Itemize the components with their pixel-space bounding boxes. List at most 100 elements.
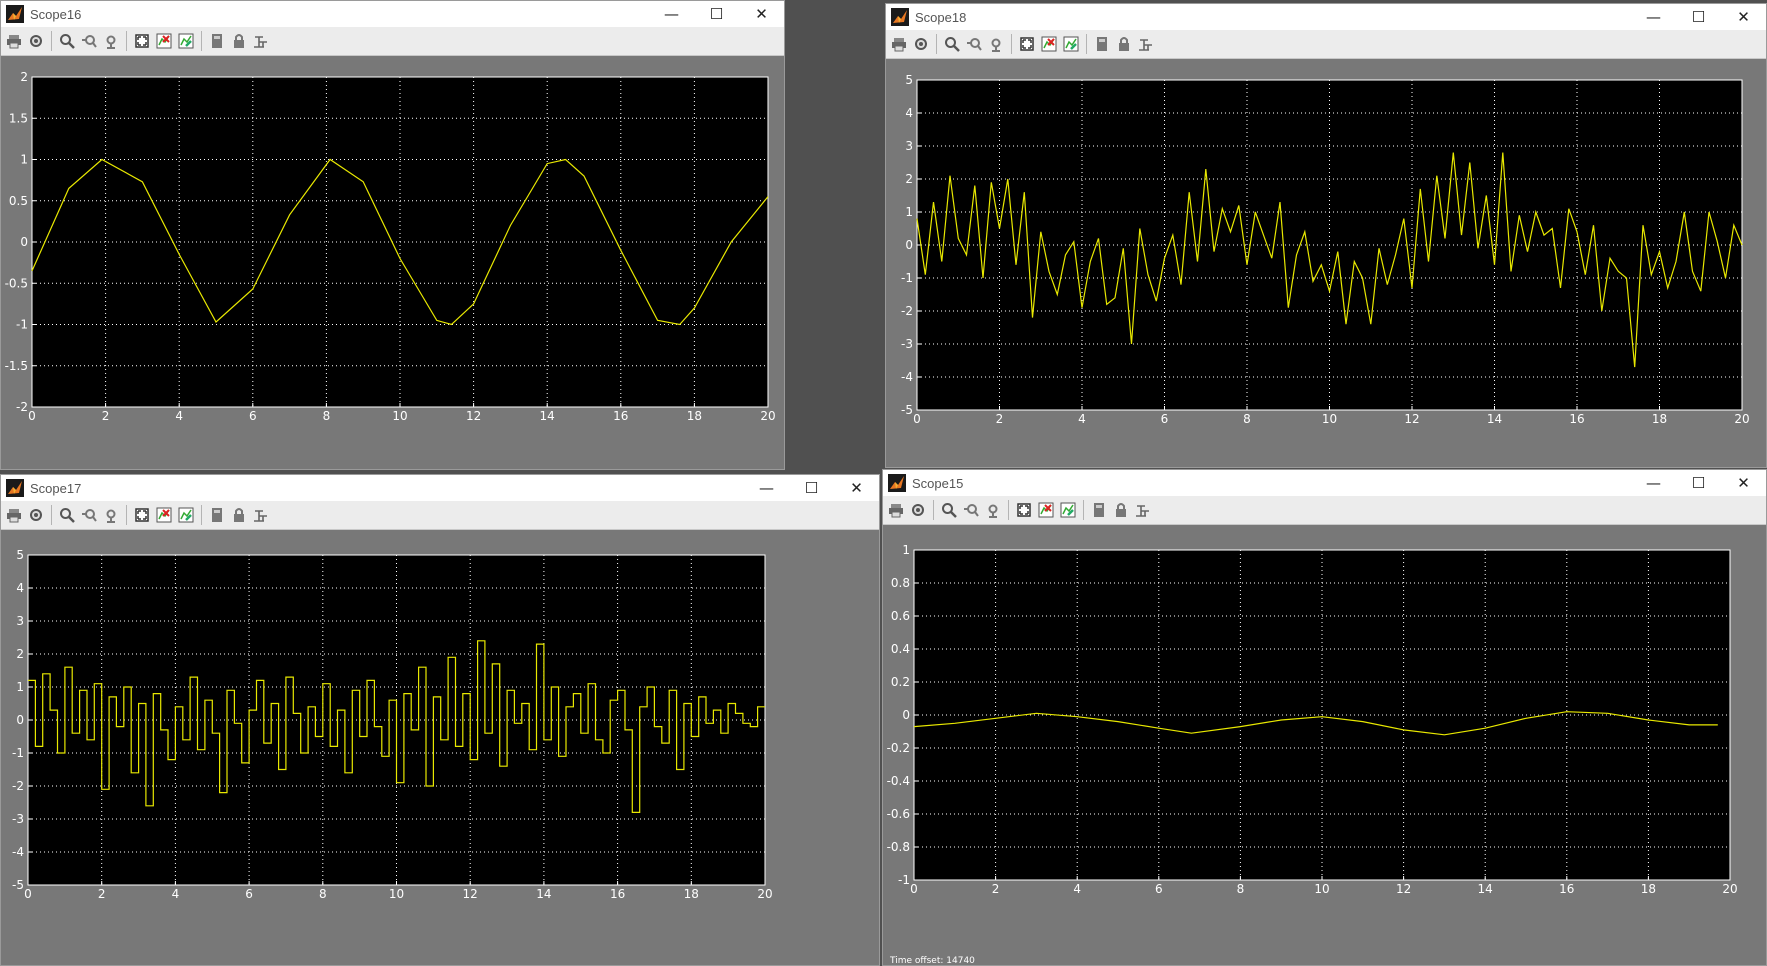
time-offset-readout: Time offset: 14740 bbox=[890, 956, 975, 966]
y-tick-label: -4 bbox=[12, 845, 24, 859]
scope18-window: Scope18 — ☐ ✕ 0 2 4 6 8 10 12 14 16 18 20 5 4 3 2 1 0 -1-… bbox=[885, 3, 1767, 468]
lock-axes-icon bbox=[234, 508, 244, 522]
zoom-x-button[interactable] bbox=[963, 33, 985, 55]
lock-axes-button[interactable] bbox=[1110, 499, 1132, 521]
zoom-y-button[interactable] bbox=[100, 30, 122, 52]
restore-axes-settings-button[interactable] bbox=[175, 504, 197, 526]
x-tick-label: 14 bbox=[536, 887, 551, 901]
x-tick-label: 14 bbox=[1478, 882, 1493, 896]
maximize-button[interactable]: ☐ bbox=[1676, 4, 1721, 30]
floating-scope-button[interactable] bbox=[206, 30, 228, 52]
print-button[interactable] bbox=[888, 33, 910, 55]
toolbar-separator bbox=[1083, 500, 1084, 520]
restore-axes-settings-button[interactable] bbox=[175, 30, 197, 52]
parameters-button[interactable] bbox=[907, 499, 929, 521]
x-tick-label: 2 bbox=[992, 882, 1000, 896]
zoom-x-icon bbox=[964, 504, 979, 517]
scope-toolbar bbox=[1, 501, 879, 530]
restore-axes-settings-button[interactable] bbox=[1060, 33, 1082, 55]
close-button[interactable]: ✕ bbox=[739, 1, 784, 27]
close-button[interactable]: ✕ bbox=[1721, 470, 1766, 496]
zoom-y-icon bbox=[106, 35, 116, 49]
minimize-button[interactable]: — bbox=[1631, 470, 1676, 496]
minimize-button[interactable]: — bbox=[744, 475, 789, 501]
maximize-button[interactable]: ☐ bbox=[789, 475, 834, 501]
signal-selection-button[interactable] bbox=[1135, 33, 1157, 55]
maximize-button[interactable]: ☐ bbox=[694, 1, 739, 27]
autoscale-button[interactable] bbox=[1013, 499, 1035, 521]
minimize-button[interactable]: — bbox=[1631, 4, 1676, 30]
lock-axes-button[interactable] bbox=[1113, 33, 1135, 55]
signal-selection-button[interactable] bbox=[250, 504, 272, 526]
parameters-icon bbox=[30, 35, 42, 47]
title-bar[interactable]: Scope16 — ☐ ✕ bbox=[1, 1, 784, 27]
y-tick-label: 0 bbox=[905, 238, 913, 252]
x-tick-label: 20 bbox=[760, 409, 775, 423]
lock-axes-button[interactable] bbox=[228, 504, 250, 526]
zoom-button[interactable] bbox=[56, 504, 78, 526]
restore-axes-settings-button[interactable] bbox=[1057, 499, 1079, 521]
save-axes-settings-button[interactable] bbox=[153, 504, 175, 526]
title-bar[interactable]: Scope15 — ☐ ✕ bbox=[883, 470, 1766, 496]
y-tick-label: 0.4 bbox=[891, 642, 910, 656]
title-bar[interactable]: Scope17 — ☐ ✕ bbox=[1, 475, 879, 501]
scope15-window: Scope15 — ☐ ✕ 0 2 4 6 8 10 12 14 16 18 20 1 0.8 0.6 0.… bbox=[882, 469, 1767, 966]
zoom-button[interactable] bbox=[56, 30, 78, 52]
x-tick-label: 12 bbox=[466, 409, 481, 423]
parameters-button[interactable] bbox=[25, 30, 47, 52]
title-bar[interactable]: Scope18 — ☐ ✕ bbox=[886, 4, 1766, 30]
y-tick-label: 0.8 bbox=[891, 576, 910, 590]
floating-scope-button[interactable] bbox=[206, 504, 228, 526]
y-tick-label: 1.5 bbox=[9, 111, 28, 125]
save-axes-settings-button[interactable] bbox=[1038, 33, 1060, 55]
y-tick-label: -0.5 bbox=[5, 276, 28, 290]
print-button[interactable] bbox=[3, 504, 25, 526]
maximize-button[interactable]: ☐ bbox=[1676, 470, 1721, 496]
x-tick-label: 0 bbox=[910, 882, 918, 896]
zoom-button[interactable] bbox=[941, 33, 963, 55]
zoom-button[interactable] bbox=[938, 499, 960, 521]
y-tick-label: 2 bbox=[905, 172, 913, 186]
lock-axes-icon bbox=[1119, 37, 1129, 51]
zoom-x-button[interactable] bbox=[960, 499, 982, 521]
parameters-button[interactable] bbox=[910, 33, 932, 55]
floating-scope-button[interactable] bbox=[1091, 33, 1113, 55]
lock-axes-button[interactable] bbox=[228, 30, 250, 52]
y-tick-label: -0.2 bbox=[887, 741, 910, 755]
zoom-x-button[interactable] bbox=[78, 30, 100, 52]
window-title: Scope15 bbox=[912, 475, 964, 491]
zoom-x-button[interactable] bbox=[78, 504, 100, 526]
x-tick-label: 4 bbox=[175, 409, 183, 423]
matlab-icon bbox=[6, 479, 24, 497]
close-button[interactable]: ✕ bbox=[834, 475, 879, 501]
zoom-y-button[interactable] bbox=[100, 504, 122, 526]
zoom-y-button[interactable] bbox=[985, 33, 1007, 55]
signal-selection-button[interactable] bbox=[1132, 499, 1154, 521]
lock-axes-icon bbox=[1116, 503, 1126, 517]
minimize-button[interactable]: — bbox=[649, 1, 694, 27]
save-axes-settings-button[interactable] bbox=[1035, 499, 1057, 521]
print-button[interactable] bbox=[3, 30, 25, 52]
save-axes-settings-button[interactable] bbox=[153, 30, 175, 52]
scope-toolbar bbox=[886, 30, 1766, 59]
autoscale-button[interactable] bbox=[131, 504, 153, 526]
x-tick-label: 4 bbox=[1073, 882, 1081, 896]
print-button[interactable] bbox=[885, 499, 907, 521]
save-axes-settings-icon bbox=[156, 507, 172, 523]
parameters-button[interactable] bbox=[25, 504, 47, 526]
x-tick-label: 8 bbox=[1243, 412, 1251, 426]
print-icon bbox=[7, 509, 21, 523]
zoom-y-icon bbox=[106, 509, 116, 523]
close-button[interactable]: ✕ bbox=[1721, 4, 1766, 30]
x-tick-label: 12 bbox=[1404, 412, 1419, 426]
y-tick-label: 3 bbox=[16, 614, 24, 628]
autoscale-button[interactable] bbox=[131, 30, 153, 52]
window-title: Scope18 bbox=[915, 9, 967, 25]
y-tick-label: 1 bbox=[20, 153, 28, 167]
x-tick-label: 2 bbox=[102, 409, 110, 423]
autoscale-button[interactable] bbox=[1016, 33, 1038, 55]
signal-selection-button[interactable] bbox=[250, 30, 272, 52]
floating-scope-button[interactable] bbox=[1088, 499, 1110, 521]
x-tick-label: 8 bbox=[323, 409, 331, 423]
zoom-y-button[interactable] bbox=[982, 499, 1004, 521]
